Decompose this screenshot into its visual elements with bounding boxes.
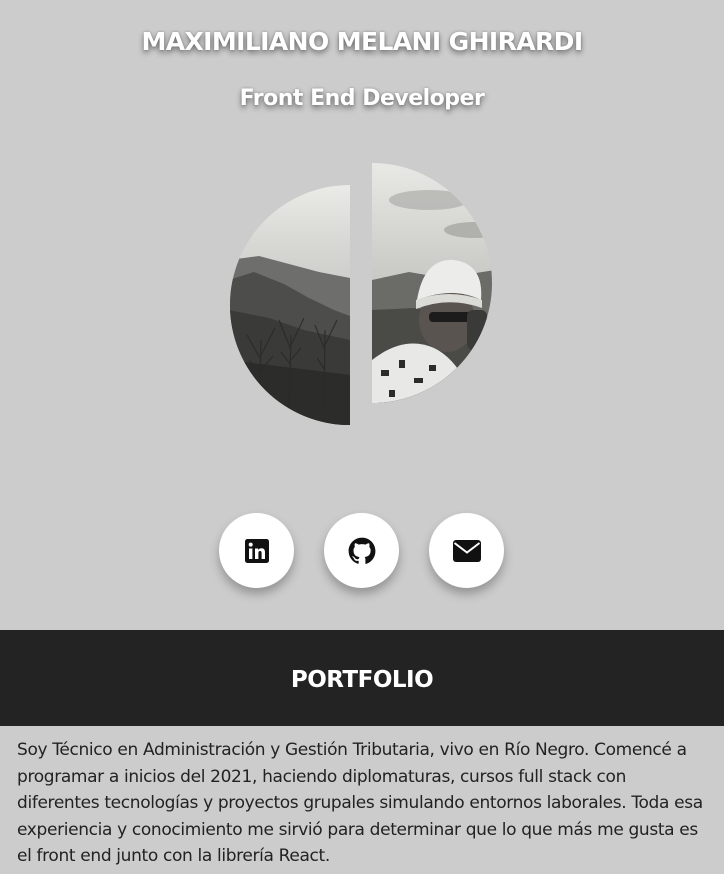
envelope-icon (452, 539, 481, 562)
email-button[interactable] (429, 513, 504, 588)
portfolio-header-band: PORTFOLIO (0, 630, 724, 726)
github-icon (348, 537, 375, 564)
landscape-photo-half (230, 185, 350, 425)
linkedin-button[interactable] (219, 513, 294, 588)
profile-photo (229, 160, 495, 428)
subtitle-role: Front End Developer (239, 86, 485, 111)
page-title: MAXIMILIANO MELANI GHIRARDI (141, 27, 583, 56)
hero-section: MAXIMILIANO MELANI GHIRARDI Front End De… (0, 0, 724, 630)
selfie-photo-half (372, 163, 492, 403)
linkedin-icon (244, 538, 269, 563)
section-title: PORTFOLIO (290, 667, 434, 693)
social-links (0, 513, 724, 589)
about-paragraph: Soy Técnico en Administración y Gestión … (17, 740, 703, 867)
github-button[interactable] (324, 513, 399, 588)
